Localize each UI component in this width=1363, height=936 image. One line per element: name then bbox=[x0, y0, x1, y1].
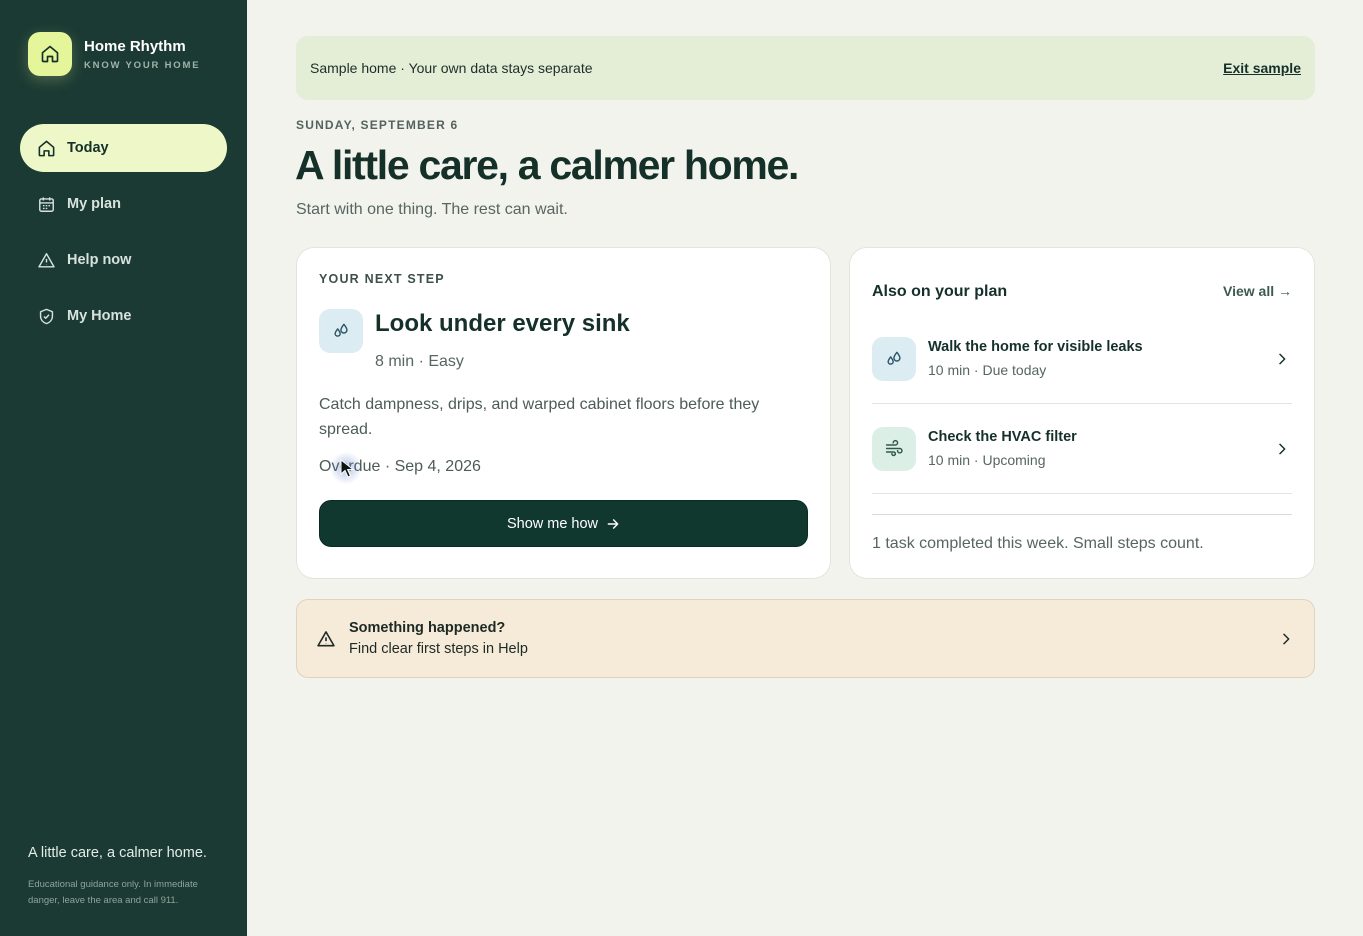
wind-icon bbox=[872, 426, 916, 471]
help-subtitle: Find clear first steps in Help bbox=[349, 641, 528, 657]
mouse-pointer-icon bbox=[340, 458, 362, 481]
house-icon bbox=[28, 32, 72, 76]
plan-item-meta: 10 min · Upcoming bbox=[928, 452, 1046, 468]
page-subtitle: Start with one thing. The rest can wait. bbox=[296, 201, 568, 218]
brand-name: Home Rhythm bbox=[84, 37, 186, 55]
plan-footer: 1 task completed this week. Small steps … bbox=[872, 535, 1204, 552]
sidebar-quote: A little care, a calmer home. bbox=[28, 845, 207, 861]
water-drops-icon bbox=[872, 336, 916, 381]
plan-divider bbox=[872, 514, 1292, 515]
sidebar-item-today[interactable]: Today bbox=[20, 124, 227, 172]
next-step-description: Catch dampness, drips, and warped cabine… bbox=[319, 396, 760, 438]
plan-item-meta: 10 min · Due today bbox=[928, 362, 1047, 378]
plan-item-hvac[interactable]: Check the HVAC filter 10 min · Upcoming bbox=[872, 404, 1292, 494]
plan-item-name: Walk the home for visible leaks bbox=[928, 339, 1143, 355]
help-card[interactable]: Something happened? Find clear first ste… bbox=[296, 599, 1315, 678]
exit-sample-link[interactable]: Exit sample bbox=[1223, 60, 1301, 76]
page-date: SUNDAY, SEPTEMBER 6 bbox=[296, 118, 459, 132]
sidebar-item-my-plan[interactable]: My plan bbox=[20, 180, 227, 228]
shield-check-icon bbox=[36, 306, 56, 326]
help-title: Something happened? bbox=[349, 620, 506, 636]
sidebar-item-help-now[interactable]: Help now bbox=[20, 236, 227, 284]
sidebar: Home Rhythm KNOW YOUR HOME Today My plan… bbox=[0, 0, 247, 936]
warning-triangle-icon bbox=[36, 250, 56, 270]
sidebar-item-label: My plan bbox=[67, 196, 121, 212]
brand[interactable]: Home Rhythm KNOW YOUR HOME bbox=[28, 32, 200, 76]
sidebar-item-label: Today bbox=[67, 140, 109, 156]
sidebar-item-my-home[interactable]: My Home bbox=[20, 292, 227, 340]
show-me-how-label: Show me how bbox=[506, 515, 599, 532]
sidebar-nav: Today My plan Help now My Home bbox=[20, 124, 227, 348]
sidebar-footer: A little care, a calmer home. Educationa… bbox=[28, 845, 228, 909]
chevron-right-icon bbox=[1272, 351, 1292, 367]
plan-title: Also on your plan bbox=[872, 283, 1008, 300]
view-all-link[interactable]: View all → bbox=[1223, 283, 1292, 299]
calendar-icon bbox=[36, 194, 56, 214]
water-drops-icon bbox=[319, 309, 363, 353]
plan-item-name: Check the HVAC filter bbox=[928, 429, 1077, 445]
chevron-right-icon bbox=[1272, 441, 1292, 457]
sidebar-item-label: My Home bbox=[67, 308, 132, 324]
plan-card: Also on your plan View all → Walk the ho… bbox=[849, 247, 1315, 579]
page-title: A little care, a calmer home. bbox=[295, 142, 799, 188]
next-step-meta: 8 min · Easy bbox=[375, 353, 464, 370]
chevron-right-icon bbox=[1276, 631, 1296, 647]
next-step-card: YOUR NEXT STEP Look under every sink 8 m… bbox=[296, 247, 831, 579]
sidebar-disclaimer: Educational guidance only. In immediate … bbox=[28, 879, 198, 906]
brand-tagline: KNOW YOUR HOME bbox=[84, 59, 201, 71]
banner-text: Sample home · Your own data stays separa… bbox=[310, 60, 593, 76]
next-step-title: Look under every sink bbox=[375, 310, 630, 337]
plan-item-leaks[interactable]: Walk the home for visible leaks 10 min ·… bbox=[872, 314, 1292, 404]
warning-triangle-icon bbox=[315, 629, 337, 649]
next-step-eyebrow: YOUR NEXT STEP bbox=[319, 272, 445, 286]
sample-banner: Sample home · Your own data stays separa… bbox=[296, 36, 1315, 100]
house-icon bbox=[36, 138, 56, 158]
show-me-how-button[interactable]: Show me how bbox=[319, 500, 808, 547]
sidebar-item-label: Help now bbox=[67, 252, 132, 268]
arrow-right-icon bbox=[606, 517, 620, 531]
